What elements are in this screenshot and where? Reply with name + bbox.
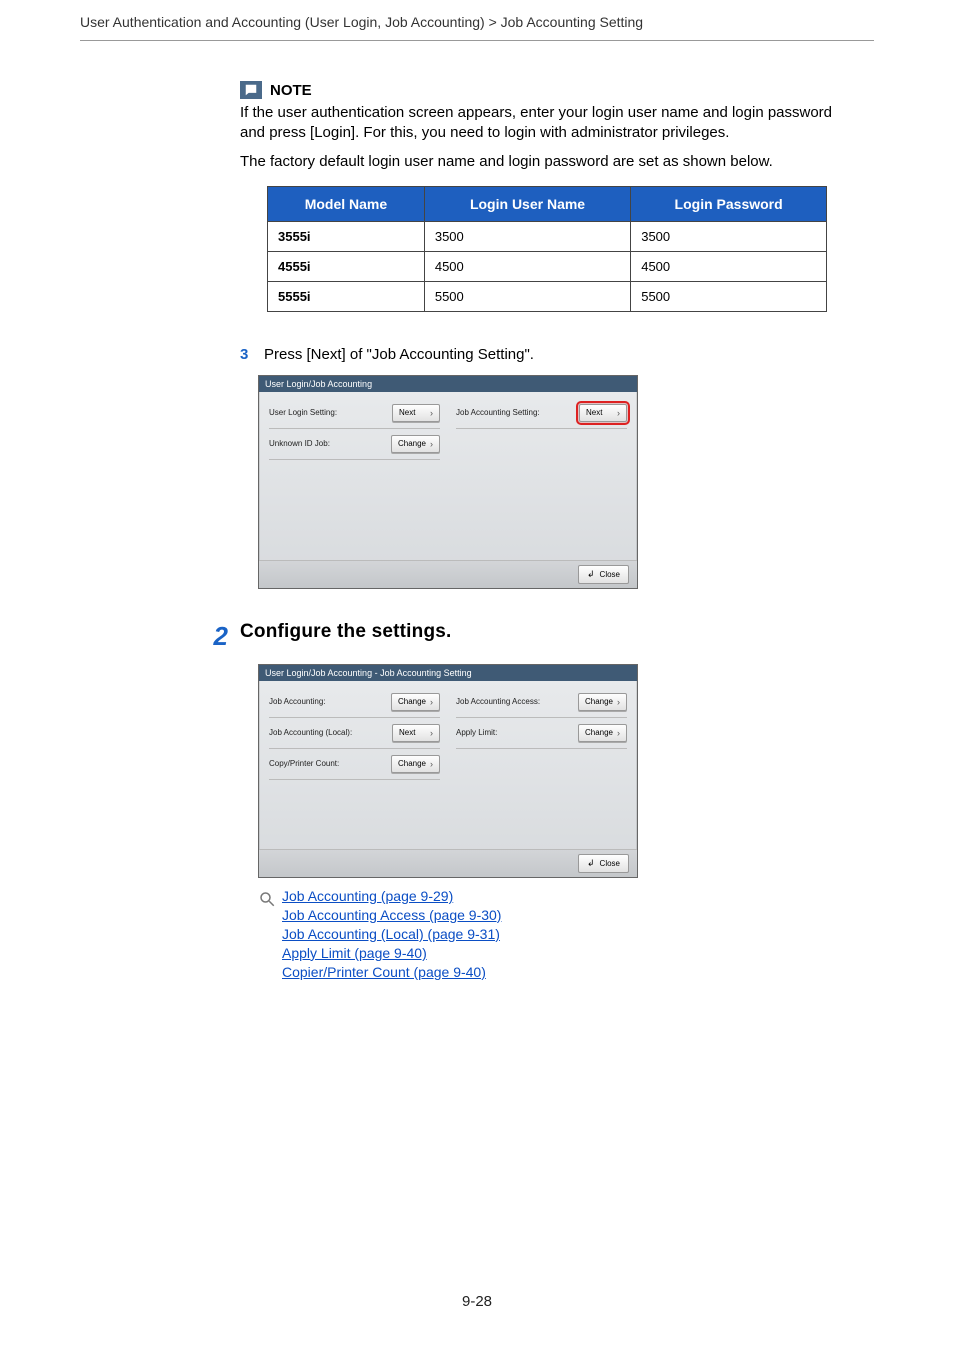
panel-row-label: Apply Limit:: [456, 728, 497, 737]
note-icon: [240, 81, 262, 99]
btn-label: Change: [585, 728, 613, 737]
btn-label: Change: [585, 697, 613, 706]
login-credentials-table: Model Name Login User Name Login Passwor…: [267, 186, 827, 312]
enter-icon: ↲: [587, 569, 595, 580]
btn-label: Close: [600, 859, 620, 868]
note-paragraph-1: If the user authentication screen appear…: [240, 103, 854, 144]
panel-row-label: Job Accounting Access:: [456, 697, 540, 706]
panel-title: User Login/Job Accounting - Job Accounti…: [259, 665, 637, 681]
panel-title: User Login/Job Accounting: [259, 376, 637, 392]
step-3: 3 Press [Next] of "Job Accounting Settin…: [240, 346, 854, 363]
next-button[interactable]: Next ›: [392, 404, 440, 422]
chevron-right-icon: ›: [430, 439, 433, 449]
cell-model: 3555i: [268, 221, 425, 251]
major-step-title: Configure the settings.: [240, 621, 452, 643]
change-button[interactable]: Change ›: [391, 435, 440, 453]
panel-row-label: Job Accounting:: [269, 697, 325, 706]
btn-label: Next: [399, 728, 415, 737]
close-button[interactable]: ↲ Close: [578, 854, 629, 873]
btn-label: Change: [398, 439, 426, 448]
link-job-accounting[interactable]: Job Accounting (page 9-29): [282, 888, 501, 904]
major-step-2: 2 Configure the settings.: [202, 621, 854, 652]
panel-footer: ↲ Close: [259, 849, 637, 877]
chevron-right-icon: ›: [430, 697, 433, 707]
cell-user: 4500: [424, 251, 630, 281]
panel-row-copy-printer-count: Copy/Printer Count: Change ›: [269, 751, 440, 780]
change-button[interactable]: Change ›: [578, 724, 627, 742]
note-label: NOTE: [270, 82, 312, 99]
next-button[interactable]: Next ›: [392, 724, 440, 742]
panel-row-label: Job Accounting Setting:: [456, 408, 540, 417]
enter-icon: ↲: [587, 858, 595, 869]
btn-label: Change: [398, 759, 426, 768]
link-copier-printer-count[interactable]: Copier/Printer Count (page 9-40): [282, 964, 501, 980]
cell-pass: 3500: [631, 221, 827, 251]
table-row: 4555i 4500 4500: [268, 251, 827, 281]
chevron-right-icon: ›: [430, 408, 433, 418]
panel-row-job-accounting-setting: Job Accounting Setting: Next ›: [456, 400, 627, 429]
panel-row-unknown-id-job: Unknown ID Job: Change ›: [269, 431, 440, 460]
panel-row-user-login-setting: User Login Setting: Next ›: [269, 400, 440, 429]
change-button[interactable]: Change ›: [391, 755, 440, 773]
note-header: NOTE: [240, 81, 854, 99]
cell-model: 4555i: [268, 251, 425, 281]
magnifier-icon: [258, 890, 276, 908]
device-panel-user-login: User Login/Job Accounting User Login Set…: [258, 375, 638, 589]
panel-row-label: User Login Setting:: [269, 408, 337, 417]
panel-footer: ↲ Close: [259, 560, 637, 588]
btn-label: Next: [399, 408, 415, 417]
close-button[interactable]: ↲ Close: [578, 565, 629, 584]
cell-model: 5555i: [268, 281, 425, 311]
reference-links: Job Accounting (page 9-29) Job Accountin…: [258, 888, 854, 983]
major-step-number: 2: [202, 621, 228, 652]
cell-pass: 5500: [631, 281, 827, 311]
th-pass: Login Password: [631, 186, 827, 221]
breadcrumb: User Authentication and Accounting (User…: [80, 0, 874, 40]
panel-row-label: Unknown ID Job:: [269, 439, 330, 448]
chevron-right-icon: ›: [430, 728, 433, 738]
chevron-right-icon: ›: [617, 408, 620, 418]
panel-row-apply-limit: Apply Limit: Change ›: [456, 720, 627, 749]
panel-row-job-accounting: Job Accounting: Change ›: [269, 689, 440, 718]
chevron-right-icon: ›: [617, 728, 620, 738]
step-number: 3: [240, 346, 254, 363]
step-text: Press [Next] of "Job Accounting Setting"…: [264, 346, 534, 363]
chevron-right-icon: ›: [430, 759, 433, 769]
table-row: 3555i 3500 3500: [268, 221, 827, 251]
btn-label: Next: [586, 408, 602, 417]
panel-row-label: Copy/Printer Count:: [269, 759, 339, 768]
th-user: Login User Name: [424, 186, 630, 221]
cell-user: 3500: [424, 221, 630, 251]
btn-label: Close: [600, 570, 620, 579]
panel-row-job-accounting-access: Job Accounting Access: Change ›: [456, 689, 627, 718]
device-panel-job-accounting-setting: User Login/Job Accounting - Job Accounti…: [258, 664, 638, 878]
next-button[interactable]: Next ›: [579, 404, 627, 422]
change-button[interactable]: Change ›: [391, 693, 440, 711]
header-divider: [80, 40, 874, 41]
cell-pass: 4500: [631, 251, 827, 281]
note-paragraph-2: The factory default login user name and …: [240, 152, 854, 172]
page-number: 9-28: [0, 1293, 954, 1310]
table-row: 5555i 5500 5500: [268, 281, 827, 311]
change-button[interactable]: Change ›: [578, 693, 627, 711]
link-job-accounting-local[interactable]: Job Accounting (Local) (page 9-31): [282, 926, 501, 942]
link-job-accounting-access[interactable]: Job Accounting Access (page 9-30): [282, 907, 501, 923]
th-model: Model Name: [268, 186, 425, 221]
panel-row-label: Job Accounting (Local):: [269, 728, 352, 737]
cell-user: 5500: [424, 281, 630, 311]
chevron-right-icon: ›: [617, 697, 620, 707]
panel-row-job-accounting-local: Job Accounting (Local): Next ›: [269, 720, 440, 749]
btn-label: Change: [398, 697, 426, 706]
link-apply-limit[interactable]: Apply Limit (page 9-40): [282, 945, 501, 961]
